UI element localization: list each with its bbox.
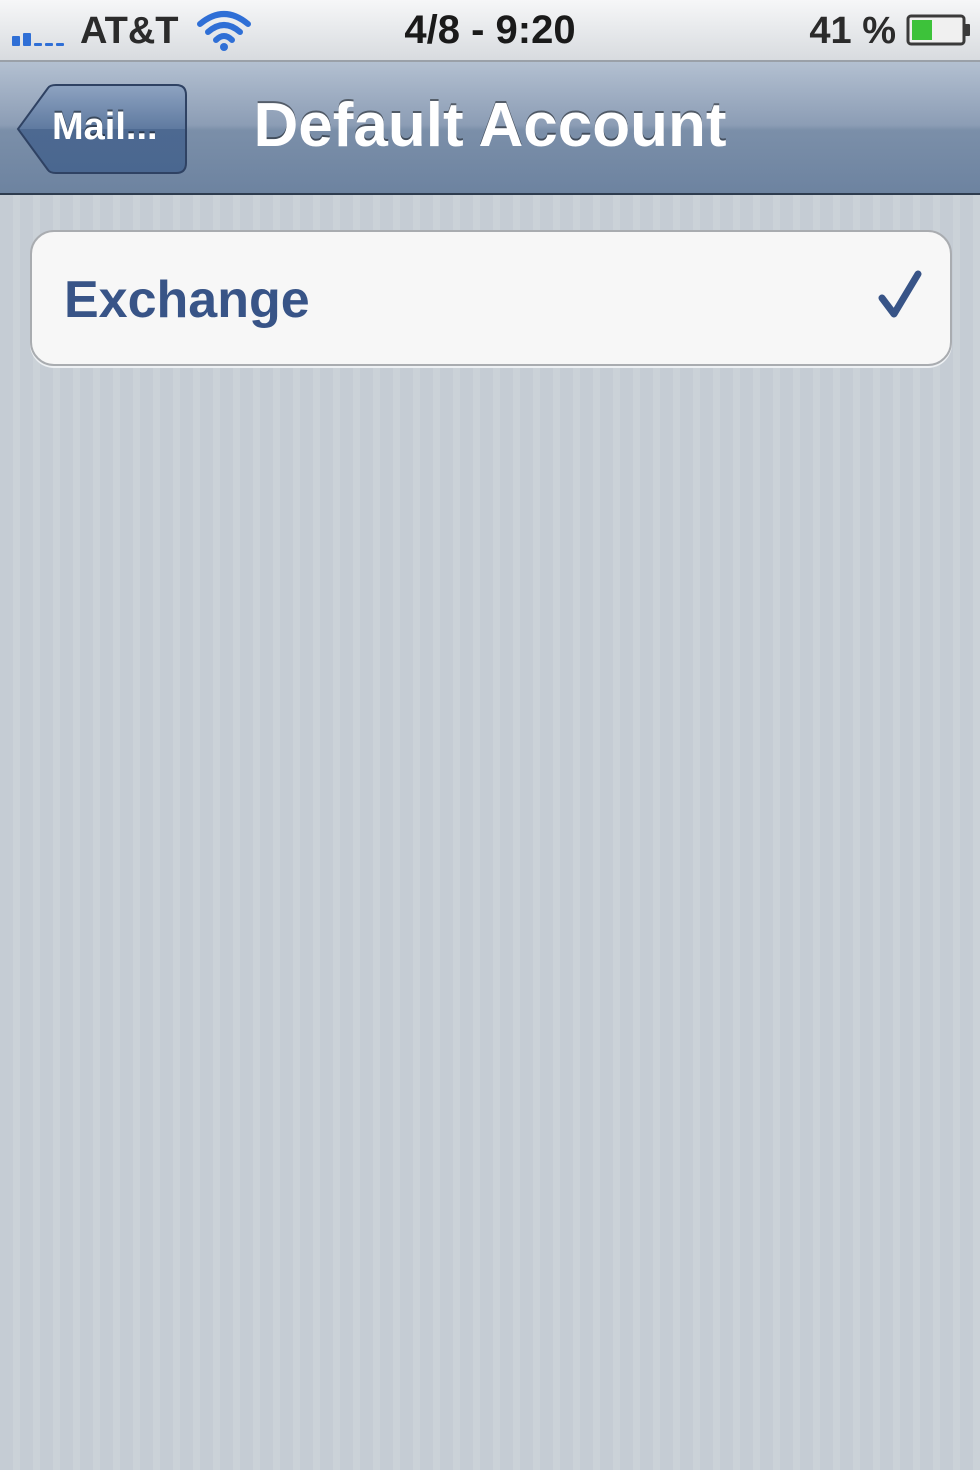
checkmark-icon <box>878 270 922 318</box>
account-row-exchange[interactable]: Exchange <box>32 232 950 364</box>
battery-fill <box>912 20 932 40</box>
battery-percentage: 41 % <box>809 10 896 52</box>
back-button[interactable]: Mail... <box>16 84 188 174</box>
settings-screen: AT&T 4/8 - 9:20 41 % Mail... Default Acc… <box>0 0 980 1470</box>
back-button-label: Mail... <box>52 106 158 148</box>
battery-icon <box>906 14 970 46</box>
account-label: Exchange <box>64 271 310 329</box>
page-title: Default Account <box>253 91 727 160</box>
navigation-bar: Mail... Default Account <box>0 62 980 195</box>
account-list: Exchange <box>30 230 952 366</box>
status-bar: AT&T 4/8 - 9:20 41 % <box>0 0 980 62</box>
